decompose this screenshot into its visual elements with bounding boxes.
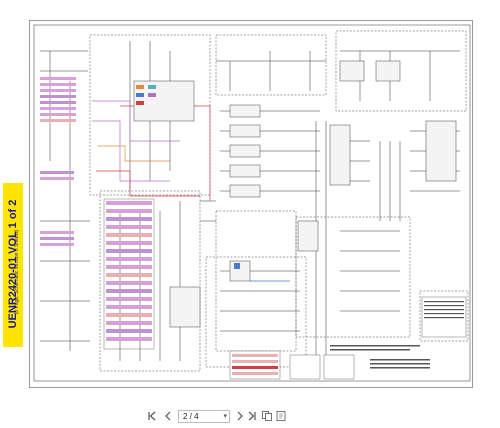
fit-page-icon[interactable] — [275, 410, 287, 424]
copy-icon[interactable] — [261, 410, 273, 424]
next-page-icon[interactable] — [234, 410, 246, 424]
wiring-schematic-drawing — [33, 24, 471, 382]
schematic-page — [29, 20, 473, 388]
pdf-viewer: UENR2420-01 VOL 1 of 2 (8 Page, Schemati… — [0, 0, 500, 428]
document-title-tab: UENR2420-01 VOL 1 of 2 (8 Page, Schemati… — [3, 183, 23, 347]
document-subtitle: (8 Page, Schematic Version 8 Sheets) — [14, 229, 20, 315]
page-number-value: 2 / 4 — [183, 412, 199, 421]
chevron-down-icon[interactable]: ▾ — [223, 411, 227, 422]
last-page-icon[interactable] — [246, 410, 258, 424]
first-page-icon[interactable] — [146, 410, 158, 424]
previous-page-icon[interactable] — [162, 410, 174, 424]
page-number-field[interactable]: 2 / 4 ▾ — [178, 410, 230, 423]
